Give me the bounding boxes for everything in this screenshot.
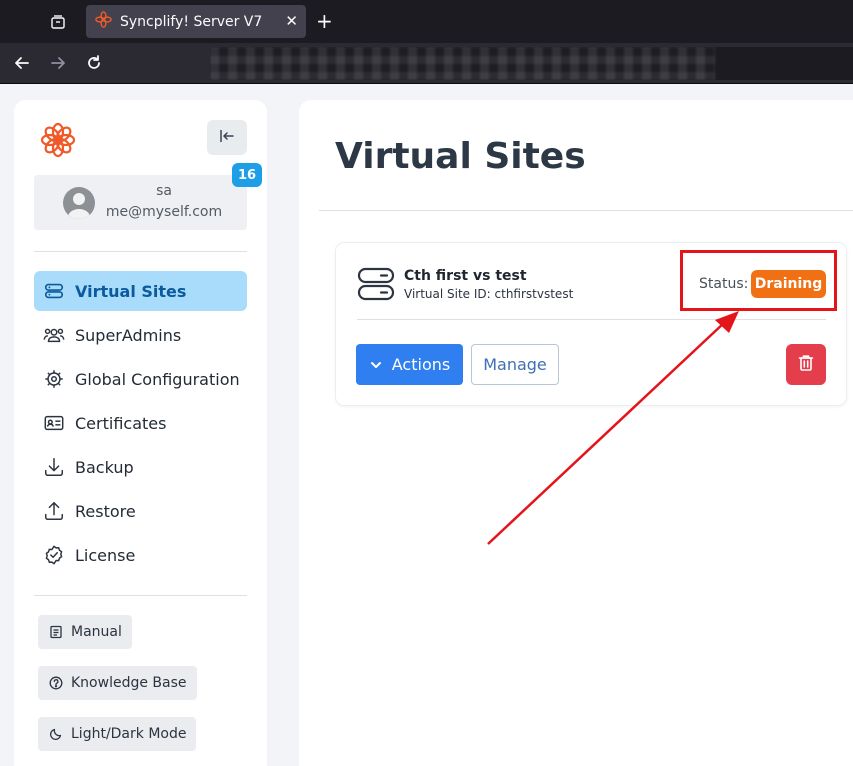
knowledge-base-button[interactable]: Knowledge Base — [38, 666, 197, 700]
actions-label: Actions — [391, 355, 451, 374]
browser-nav-bar — [0, 43, 853, 84]
new-tab-button[interactable]: + — [316, 10, 333, 32]
user-name: sa — [156, 183, 172, 199]
user-card[interactable]: sa me@myself.com — [34, 175, 247, 230]
tab-title: Syncplify! Server V7 — [120, 13, 263, 30]
virtual-site-card: Cth first vs test Virtual Site ID: cthfi… — [336, 243, 846, 405]
main-content: Virtual Sites Cth first vs test Virtual … — [299, 100, 853, 766]
cog-icon — [42, 367, 66, 391]
sidebar-item-superadmins[interactable]: SuperAdmins — [34, 315, 247, 355]
page-background: sa me@myself.com 16 Virtual Sites SuperA… — [0, 84, 853, 766]
collapse-sidebar-icon — [219, 128, 235, 148]
light-dark-mode-label: Light/Dark Mode — [71, 726, 187, 742]
sidebar-item-license[interactable]: License — [34, 535, 247, 575]
server-icon — [357, 266, 395, 302]
reload-icon[interactable] — [81, 51, 107, 75]
users-icon — [42, 323, 66, 347]
chevron-down-icon — [369, 357, 385, 373]
card-divider — [357, 319, 826, 320]
url-bar[interactable] — [210, 47, 853, 80]
download-icon — [42, 455, 66, 479]
moon-icon — [48, 726, 64, 742]
id-card-icon — [42, 411, 66, 435]
sidebar-item-label: Restore — [75, 501, 136, 521]
knowledge-base-label: Knowledge Base — [71, 675, 187, 691]
sidebar-item-restore[interactable]: Restore — [34, 491, 247, 531]
status-label: Status: — [699, 276, 749, 292]
syncplify-favicon-icon — [95, 11, 112, 32]
back-arrow-icon[interactable] — [9, 51, 35, 75]
sidebar-divider — [34, 595, 247, 596]
server-stack-icon — [42, 279, 66, 303]
status-badge: Draining — [751, 270, 826, 298]
browser-tab-bar: Syncplify! Server V7 ✕ + — [0, 0, 853, 43]
sidebar-item-label: Certificates — [75, 413, 167, 433]
page-title: Virtual Sites — [335, 136, 586, 177]
sidebar-item-global-configuration[interactable]: Global Configuration — [34, 359, 247, 399]
manual-button[interactable]: Manual — [38, 615, 132, 649]
delete-button[interactable] — [786, 344, 826, 385]
tab-overview-icon[interactable] — [44, 9, 72, 35]
sidebar: sa me@myself.com 16 Virtual Sites SuperA… — [14, 100, 267, 766]
sidebar-item-virtual-sites[interactable]: Virtual Sites — [34, 271, 247, 311]
actions-button[interactable]: Actions — [356, 344, 463, 385]
sidebar-item-label: Global Configuration — [75, 369, 240, 389]
syncplify-logo-icon — [40, 122, 76, 158]
title-divider — [319, 210, 853, 211]
sidebar-item-label: License — [75, 545, 136, 565]
sidebar-divider — [34, 251, 247, 252]
sidebar-item-label: Virtual Sites — [75, 281, 187, 301]
notification-badge[interactable]: 16 — [232, 163, 263, 187]
collapse-sidebar-button[interactable] — [207, 120, 247, 155]
user-email: me@myself.com — [105, 204, 223, 220]
forward-arrow-icon[interactable] — [45, 51, 71, 75]
manual-label: Manual — [71, 624, 122, 640]
check-badge-icon — [42, 543, 66, 567]
site-id: Virtual Site ID: cthfirstvstest — [404, 287, 574, 301]
url-redacted — [210, 47, 715, 80]
trash-icon — [798, 354, 814, 376]
upload-icon — [42, 499, 66, 523]
light-dark-mode-button[interactable]: Light/Dark Mode — [38, 717, 197, 751]
site-name: Cth first vs test — [404, 268, 527, 284]
sidebar-item-label: SuperAdmins — [75, 325, 182, 345]
manage-button[interactable]: Manage — [471, 344, 559, 385]
question-circle-icon — [48, 675, 64, 691]
browser-tab-active[interactable]: Syncplify! Server V7 ✕ — [86, 5, 306, 38]
book-icon — [48, 624, 64, 640]
sidebar-item-backup[interactable]: Backup — [34, 447, 247, 487]
sidebar-item-label: Backup — [75, 457, 134, 477]
tab-close-icon[interactable]: ✕ — [285, 12, 298, 30]
sidebar-item-certificates[interactable]: Certificates — [34, 403, 247, 443]
avatar — [63, 187, 95, 219]
